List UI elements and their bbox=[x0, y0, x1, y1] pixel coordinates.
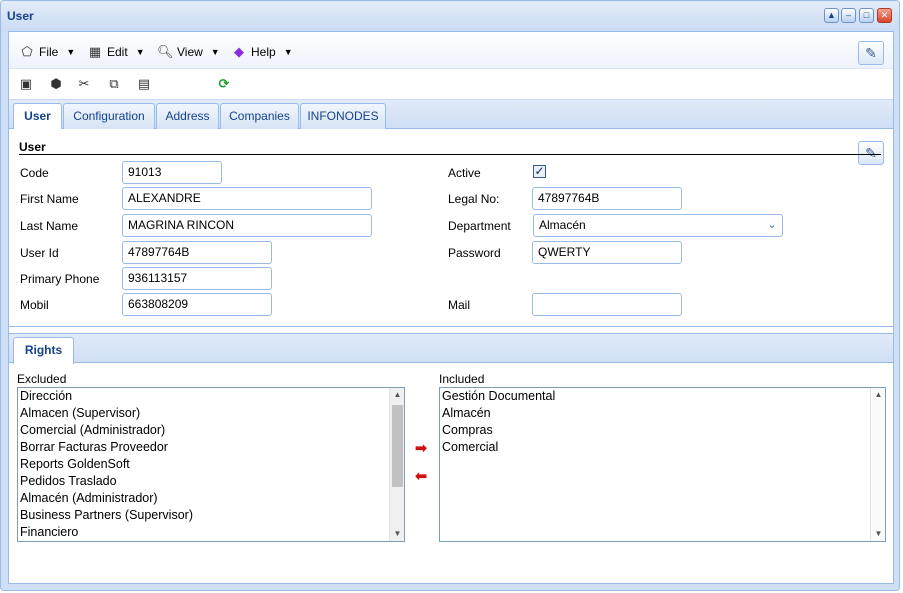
list-item[interactable]: Comercial (Administrador) bbox=[18, 422, 404, 439]
rights-tab-strip: Rights bbox=[9, 333, 893, 364]
menu-file[interactable]: ⬠ File ▼ bbox=[19, 43, 75, 61]
department-value: Almacén bbox=[539, 218, 586, 232]
code-label: Code bbox=[20, 166, 49, 180]
menu-bar: ⬠ File ▼ ▦ Edit ▼ 🔍︎ View ▼ ◆ Help ▼ ✎ bbox=[9, 32, 893, 69]
list-item[interactable]: Almacén bbox=[440, 405, 885, 422]
user-form-panel: ✎ User Code 91013 First Name ALEXANDRE L… bbox=[9, 129, 893, 327]
first-name-field[interactable]: ALEXANDRE bbox=[122, 187, 372, 210]
window-title: User bbox=[7, 9, 34, 23]
menu-view[interactable]: 🔍︎ View ▼ bbox=[157, 43, 220, 61]
refresh-icon[interactable]: ⟳ bbox=[215, 75, 233, 93]
excluded-list[interactable]: Dirección Almacen (Supervisor) Comercial (… bbox=[17, 387, 405, 542]
scroll-down-icon[interactable]: ▼ bbox=[390, 527, 404, 541]
collapse-up-icon[interactable]: ▲ bbox=[824, 8, 839, 23]
department-select[interactable]: Almacén ⌄ bbox=[533, 214, 783, 237]
menu-help[interactable]: ◆ Help ▼ bbox=[231, 43, 293, 61]
list-item[interactable]: Dirección bbox=[18, 388, 404, 405]
user-id-field[interactable]: 47897764B bbox=[122, 241, 272, 264]
mail-label: Mail bbox=[448, 298, 471, 312]
list-item[interactable]: Almacen (Supervisor) bbox=[18, 405, 404, 422]
tab-strip: User Configuration Address Companies INF… bbox=[9, 100, 893, 130]
excluded-label: Excluded bbox=[17, 372, 67, 386]
chevron-down-icon: ▼ bbox=[210, 47, 220, 57]
paste-icon[interactable]: ▤ bbox=[135, 75, 153, 93]
tab-user[interactable]: User bbox=[13, 103, 62, 130]
mail-field[interactable] bbox=[532, 293, 682, 316]
scroll-up-icon[interactable]: ▲ bbox=[871, 388, 885, 402]
menu-help-label: Help bbox=[251, 45, 276, 59]
list-item[interactable]: Gestión Documental bbox=[440, 388, 885, 405]
user-id-label: User Id bbox=[20, 246, 59, 260]
code-field[interactable]: 91013 bbox=[122, 161, 222, 184]
list-item[interactable]: Almacén (Administrador) bbox=[18, 490, 404, 507]
tab-rights[interactable]: Rights bbox=[13, 337, 74, 364]
included-label: Included bbox=[439, 372, 485, 386]
menu-edit[interactable]: ▦ Edit ▼ bbox=[87, 43, 145, 61]
mobil-field[interactable]: 663808209 bbox=[122, 293, 272, 316]
edit-form-button[interactable]: ✎ bbox=[858, 141, 884, 165]
department-label: Department bbox=[448, 219, 511, 233]
edit-icon: ▦ bbox=[88, 44, 102, 59]
chevron-down-icon[interactable]: ⌄ bbox=[766, 219, 778, 231]
included-list[interactable]: Gestión Documental Almacén Compras Comercia… bbox=[439, 387, 886, 542]
list-item[interactable]: Comercial bbox=[440, 439, 885, 456]
primary-phone-field[interactable]: 936113157 bbox=[122, 267, 272, 290]
section-divider bbox=[19, 154, 881, 155]
last-name-field[interactable]: MAGRINA RINCON bbox=[122, 214, 372, 237]
chevron-down-icon: ▼ bbox=[135, 47, 145, 57]
excluded-items: Dirección Almacen (Supervisor) Comercial (… bbox=[18, 388, 404, 541]
password-field[interactable]: QWERTY bbox=[532, 241, 682, 264]
tab-configuration[interactable]: Configuration bbox=[63, 103, 155, 129]
section-title: User bbox=[19, 140, 46, 154]
included-scrollbar[interactable]: ▲ ▼ bbox=[870, 388, 885, 541]
delete-icon[interactable]: ⬢ bbox=[47, 75, 65, 93]
list-item[interactable]: Pedidos Traslado bbox=[18, 473, 404, 490]
maximize-icon[interactable]: □ bbox=[859, 8, 874, 23]
mobil-label: Mobil bbox=[20, 298, 49, 312]
scroll-up-icon[interactable]: ▲ bbox=[390, 388, 404, 402]
list-item[interactable]: Compras bbox=[440, 422, 885, 439]
chevron-down-icon: ▼ bbox=[283, 47, 293, 57]
legal-no-label: Legal No: bbox=[448, 192, 500, 206]
scroll-thumb[interactable] bbox=[392, 405, 403, 487]
window-titlebar[interactable]: User ▲ – □ ✕ bbox=[1, 1, 899, 31]
scroll-down-icon[interactable]: ▼ bbox=[871, 527, 885, 541]
tab-address[interactable]: Address bbox=[156, 103, 219, 129]
tab-infonodes[interactable]: INFONODES bbox=[300, 103, 386, 129]
menu-edit-label: Edit bbox=[107, 45, 128, 59]
copy-icon[interactable]: ⧉ bbox=[105, 75, 123, 93]
view-icon: 🔍︎ bbox=[157, 44, 174, 59]
included-items: Gestión Documental Almacén Compras Comercia… bbox=[440, 388, 885, 456]
primary-phone-label: Primary Phone bbox=[20, 272, 100, 286]
move-left-arrow-icon[interactable]: ⬅ bbox=[412, 469, 430, 484]
help-icon: ◆ bbox=[234, 44, 244, 59]
list-item[interactable]: Borrar Facturas Proveedor bbox=[18, 439, 404, 456]
active-label: Active bbox=[448, 166, 481, 180]
menu-view-label: View bbox=[177, 45, 203, 59]
list-item[interactable]: Financiero bbox=[18, 524, 404, 541]
first-name-label: First Name bbox=[20, 192, 79, 206]
user-edit-icon: ✎ bbox=[865, 45, 877, 61]
password-label: Password bbox=[448, 246, 501, 260]
toolbar: ▣ ⬢ ✂ ⧉ ▤ ⟳ bbox=[9, 69, 893, 100]
window-body: ⬠ File ▼ ▦ Edit ▼ 🔍︎ View ▼ ◆ Help ▼ ✎ ▣… bbox=[8, 31, 894, 584]
list-item[interactable]: Business Partners (Supervisor) bbox=[18, 507, 404, 524]
edit-record-button[interactable]: ✎ bbox=[858, 41, 884, 65]
legal-no-field[interactable]: 47897764B bbox=[532, 187, 682, 210]
chevron-down-icon: ▼ bbox=[66, 47, 76, 57]
save-icon[interactable]: ▣ bbox=[17, 75, 35, 93]
last-name-label: Last Name bbox=[20, 219, 79, 233]
file-icon: ⬠ bbox=[21, 44, 33, 59]
excluded-scrollbar[interactable]: ▲ ▼ bbox=[389, 388, 404, 541]
close-icon[interactable]: ✕ bbox=[877, 8, 892, 23]
move-right-arrow-icon[interactable]: ➡ bbox=[412, 441, 430, 456]
menu-file-label: File bbox=[39, 45, 59, 59]
user-window: User ▲ – □ ✕ ⬠ File ▼ ▦ Edit ▼ 🔍︎ View ▼ bbox=[0, 0, 900, 591]
list-item[interactable]: Reports GoldenSoft bbox=[18, 456, 404, 473]
cut-icon[interactable]: ✂ bbox=[75, 75, 93, 93]
user-edit-icon: ✎ bbox=[865, 145, 877, 161]
tab-companies[interactable]: Companies bbox=[220, 103, 299, 129]
active-checkbox[interactable]: ✓ bbox=[533, 165, 546, 178]
minimize-icon[interactable]: – bbox=[841, 8, 856, 23]
